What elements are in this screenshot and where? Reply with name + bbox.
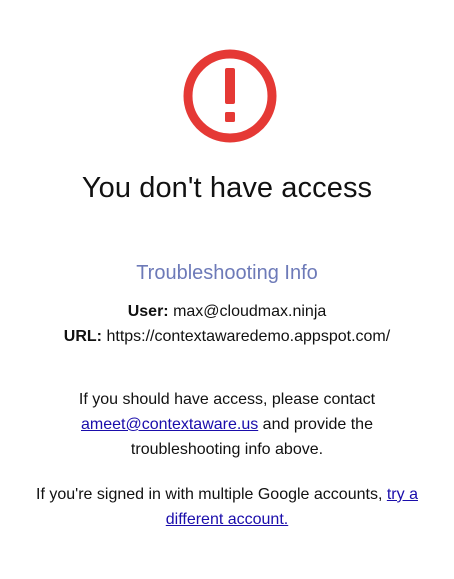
url-value: https://contextawaredemo.appspot.com/ bbox=[106, 328, 391, 345]
contact-email-link[interactable]: ameet@contextaware.us bbox=[81, 416, 258, 433]
troubleshooting-heading: Troubleshooting Info bbox=[136, 262, 318, 284]
multiple-accounts-text: If you're signed in with multiple Google… bbox=[36, 486, 383, 503]
contact-message: If you should have access, please contac… bbox=[30, 387, 424, 462]
access-denied-page: You don't have access Troubleshooting In… bbox=[0, 0, 454, 579]
page-title: You don't have access bbox=[81, 172, 373, 204]
multiple-accounts-message: If you're signed in with multiple Google… bbox=[30, 482, 424, 532]
url-info-line: URL: https://contextawaredemo.appspot.co… bbox=[0, 326, 454, 348]
contact-text-before: If you should have access, please contac… bbox=[78, 391, 376, 408]
user-label: User: bbox=[127, 303, 169, 320]
url-label: URL: bbox=[63, 328, 103, 345]
alert-icon bbox=[183, 49, 277, 143]
user-info-line: User: max@cloudmax.ninja bbox=[0, 301, 454, 323]
user-value: max@cloudmax.ninja bbox=[173, 303, 327, 320]
